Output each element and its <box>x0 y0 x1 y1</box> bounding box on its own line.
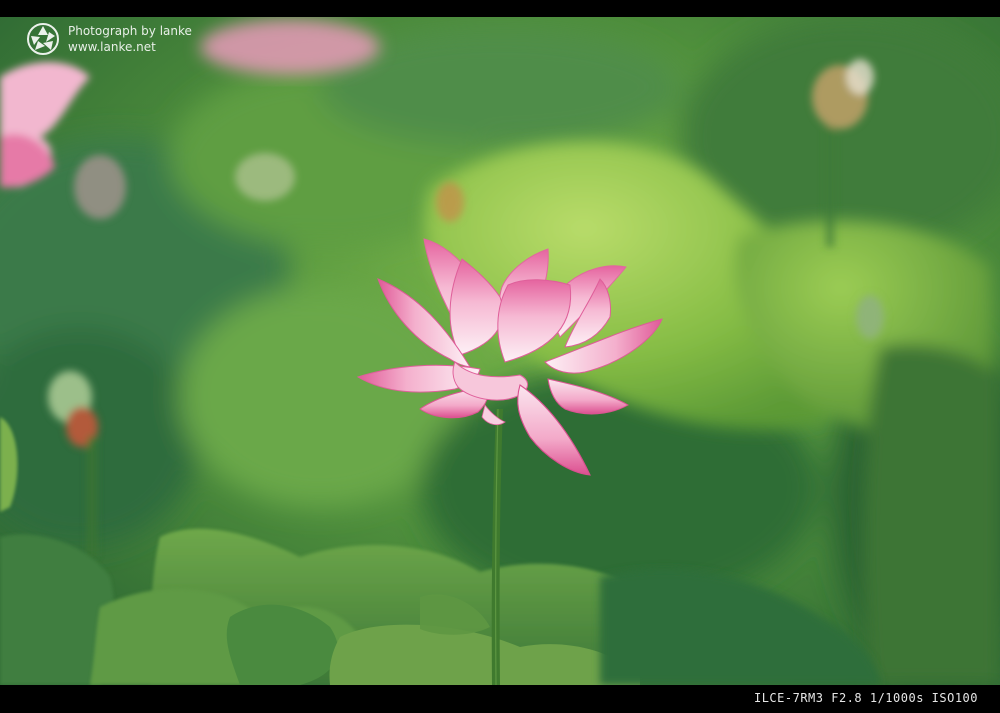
watermark-credit: Photograph by lanke <box>68 24 192 38</box>
lotus-scene <box>0 17 1000 685</box>
bottom-border: ILCE-7RM3 F2.8 1/1000s ISO100 <box>0 685 1000 713</box>
photo-frame: Photograph by lanke www.lanke.net ILCE-7… <box>0 0 1000 713</box>
camera-aperture-icon <box>27 23 59 55</box>
exif-info: ILCE-7RM3 F2.8 1/1000s ISO100 <box>753 691 978 705</box>
lotus-photo <box>0 17 1000 685</box>
photographer-watermark: Photograph by lanke www.lanke.net <box>26 22 192 56</box>
watermark-website: www.lanke.net <box>68 40 156 54</box>
top-border <box>0 0 1000 17</box>
background-lotus-flower-top <box>200 19 380 75</box>
